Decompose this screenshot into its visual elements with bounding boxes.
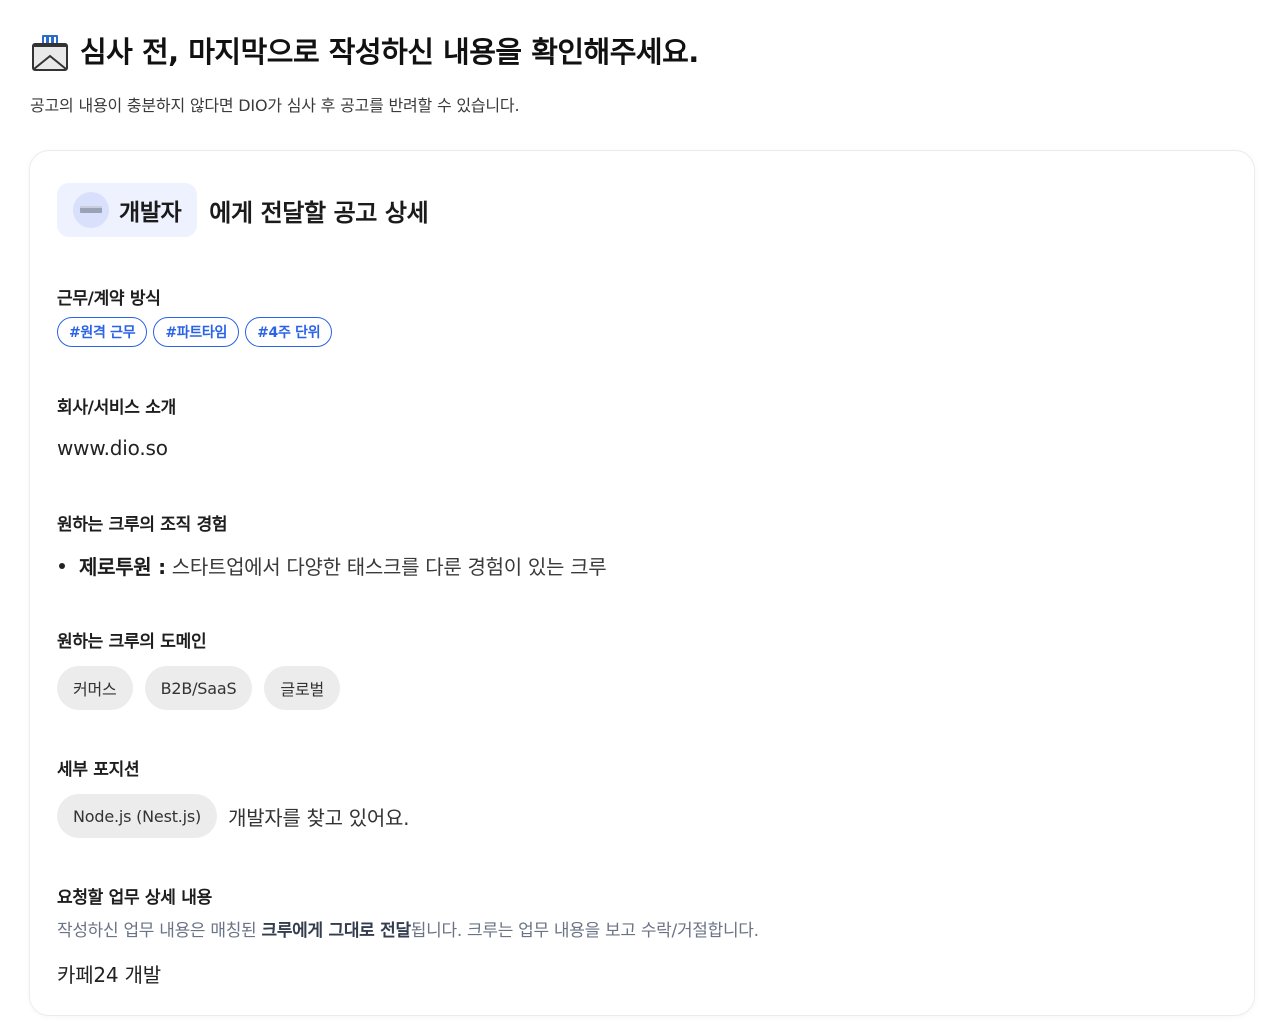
domain-section: 원하는 크루의 도메인 커머스 B2B/SaaS 글로벌 — [57, 627, 340, 710]
section-label: 회사/서비스 소개 — [57, 398, 176, 418]
bullet-icon — [59, 562, 65, 569]
keyboard-icon — [73, 192, 109, 228]
task-detail-value: 카페24 개발 — [57, 963, 162, 987]
position-section: 세부 포지션 Node.js (Nest.js) 개발자를 찾고 있어요. — [57, 755, 409, 838]
work-type-tags: #원격 근무 #파트타임 #4주 단위 — [57, 317, 333, 347]
domain-pill-global: 글로벌 — [264, 666, 340, 710]
position-row: Node.js (Nest.js) 개발자를 찾고 있어요. — [57, 794, 409, 838]
page-header: 심사 전, 마지막으로 작성하신 내용을 확인해주세요. — [30, 30, 1250, 74]
role-heading-suffix: 에게 전달할 공고 상세 — [209, 198, 429, 227]
section-label: 세부 포지션 — [57, 760, 140, 780]
experience-desc: 스타트업에서 다양한 태스크를 다룬 경험이 있는 크루 — [171, 555, 607, 579]
page-subtitle: 공고의 내용이 충분하지 않다면 DIO가 심사 후 공고를 반려할 수 있습니… — [30, 96, 520, 115]
section-label: 원하는 크루의 도메인 — [57, 632, 207, 652]
role-label: 개발자 — [119, 200, 182, 226]
tag-4-week: #4주 단위 — [245, 317, 333, 347]
page-title: 심사 전, 마지막으로 작성하신 내용을 확인해주세요. — [80, 35, 699, 69]
helper-emphasis: 크루에게 그대로 전달 — [261, 921, 412, 941]
org-experience-section: 원하는 크루의 조직 경험 제로투원 : 스타트업에서 다양한 태스크를 다룬 … — [57, 510, 607, 580]
section-label: 근무/계약 방식 — [57, 289, 161, 309]
role-chip: 개발자 — [57, 183, 198, 237]
domain-pills: 커머스 B2B/SaaS 글로벌 — [57, 666, 340, 710]
experience-title: 제로투원 : — [79, 555, 166, 579]
list-item: 제로투원 : 스타트업에서 다양한 태스크를 다룬 경험이 있는 크루 — [57, 551, 607, 580]
envelope-in-tray-icon — [30, 32, 70, 72]
domain-pill-commerce: 커머스 — [57, 666, 133, 710]
work-type-section: 근무/계약 방식 #원격 근무 #파트타임 #4주 단위 — [57, 284, 333, 347]
company-intro-value: www.dio.so — [57, 436, 168, 460]
helper-text: 작성하신 업무 내용은 매칭된 — [57, 921, 262, 941]
role-heading: 개발자 에게 전달할 공고 상세 — [57, 183, 429, 237]
task-detail-section: 요청할 업무 상세 내용 작성하신 업무 내용은 매칭된 크루에게 그대로 전달… — [57, 883, 759, 988]
helper-text: 됩니다. 크루는 업무 내용을 보고 수락/거절합니다. — [410, 921, 759, 941]
tag-part-time: #파트타임 — [153, 317, 240, 347]
section-label: 요청할 업무 상세 내용 — [57, 888, 212, 908]
company-intro-section: 회사/서비스 소개 www.dio.so — [57, 393, 176, 460]
position-text: 개발자를 찾고 있어요. — [228, 805, 410, 830]
domain-pill-b2b-saas: B2B/SaaS — [144, 666, 253, 710]
position-pill: Node.js (Nest.js) — [57, 794, 218, 838]
job-detail-card: 개발자 에게 전달할 공고 상세 근무/계약 방식 #원격 근무 #파트타임 #… — [29, 150, 1255, 1016]
tag-remote: #원격 근무 — [57, 317, 148, 347]
section-label: 원하는 크루의 조직 경험 — [57, 515, 228, 535]
task-detail-helper: 작성하신 업무 내용은 매칭된 크루에게 그대로 전달됩니다. 크루는 업무 내… — [57, 916, 759, 941]
